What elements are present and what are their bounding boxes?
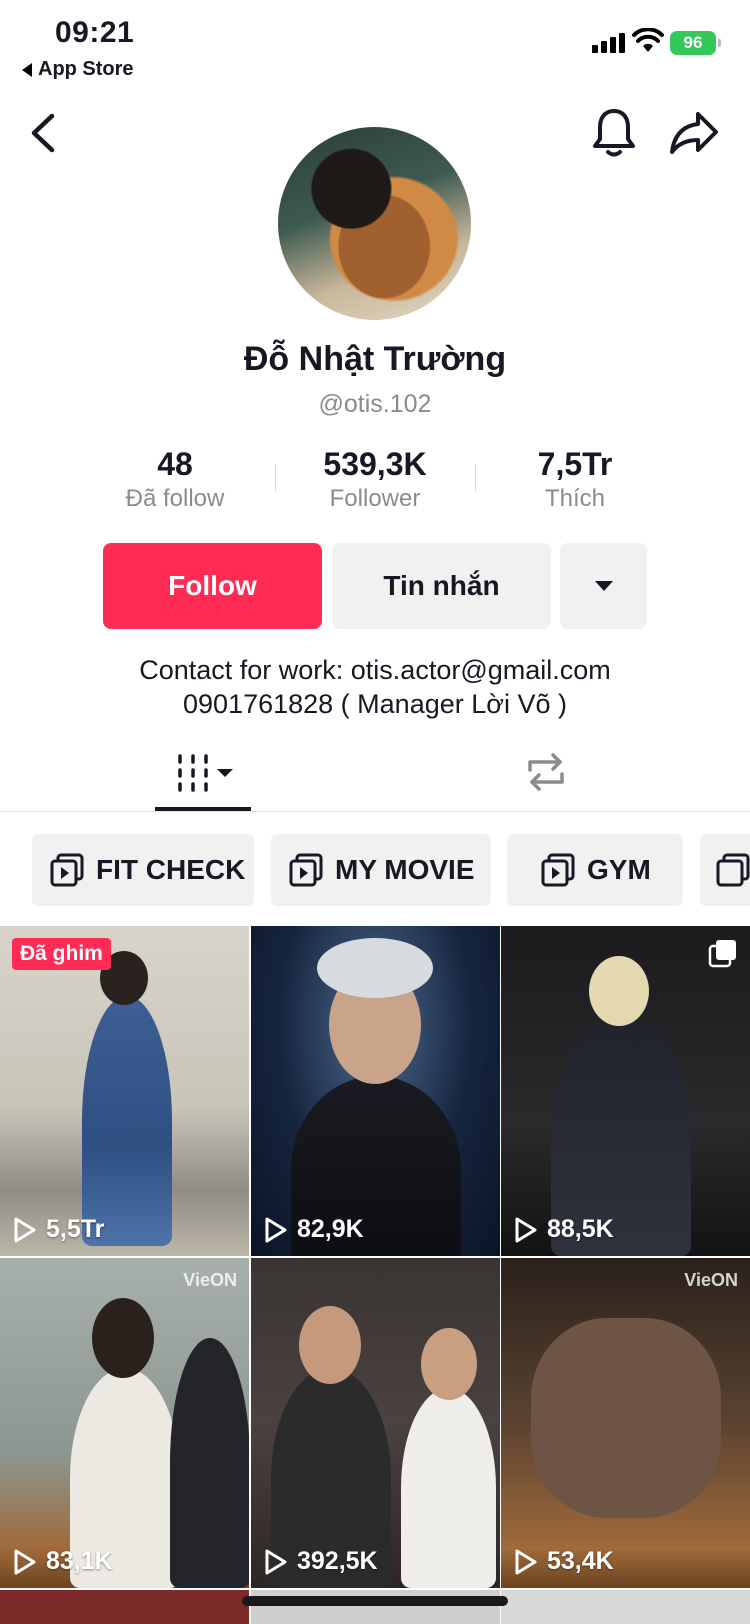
video-tile[interactable] <box>501 1590 750 1624</box>
playlist-fit-check[interactable]: FIT CHECK <box>32 834 254 906</box>
playlist-icon <box>716 853 750 887</box>
tab-videos[interactable] <box>155 750 251 810</box>
thumbnail-figure <box>589 956 649 1026</box>
playlist-label: MY MOVIE <box>335 854 475 885</box>
pinned-badge: Đã ghim <box>12 938 111 970</box>
profile-name: Đỗ Nhật Trường <box>243 340 507 378</box>
stat-likes-label: Thích <box>544 485 606 512</box>
play-icon <box>14 1549 36 1574</box>
cellular-signal-icon <box>592 33 625 53</box>
stat-divider <box>275 464 276 492</box>
playlist-gym[interactable]: GYM <box>507 834 683 906</box>
back-to-app-store[interactable]: App Store <box>22 58 134 81</box>
back-chevron-icon[interactable] <box>24 108 64 158</box>
stat-likes-value: 7,5Tr <box>537 446 613 482</box>
back-arrow-icon <box>22 62 32 77</box>
home-indicator <box>242 1596 508 1606</box>
wifi-icon <box>632 28 664 52</box>
thumbnail-figure <box>82 996 172 1246</box>
bio-line: 0901761828 ( Manager Lời Võ ) <box>183 689 567 719</box>
profile-handle: @otis.102 <box>318 390 432 418</box>
back-app-label: App Store <box>38 58 134 80</box>
thumbnail-figure <box>92 1298 154 1378</box>
play-icon <box>265 1549 287 1574</box>
follow-button[interactable]: Follow <box>103 543 322 629</box>
view-count-value: 88,5K <box>547 1215 614 1243</box>
view-count: 82,9K <box>263 1215 364 1244</box>
play-icon <box>14 1217 36 1242</box>
play-icon <box>515 1217 537 1242</box>
stat-divider <box>475 464 476 492</box>
view-count-value: 392,5K <box>297 1547 378 1575</box>
multi-image-icon <box>708 940 736 968</box>
video-tile[interactable]: 88,5K <box>501 926 750 1256</box>
clock: 09:21 <box>55 16 135 49</box>
thumbnail-figure <box>421 1328 477 1400</box>
status-bar: 09:21 App Store 96 <box>0 0 750 90</box>
stat-followers[interactable]: 539,3K Follower <box>305 446 445 513</box>
dropdown-caret-icon <box>594 581 613 591</box>
message-button[interactable]: Tin nhắn <box>332 543 551 629</box>
profile-stats: 48 Đã follow 539,3K Follower 7,5Tr Thích <box>0 446 750 516</box>
avatar[interactable] <box>278 127 471 320</box>
share-arrow-icon[interactable] <box>668 108 720 156</box>
view-count-value: 5,5Tr <box>46 1215 105 1243</box>
video-tile[interactable]: Đã ghim 5,5Tr <box>0 926 249 1256</box>
playlist-more[interactable] <box>700 834 750 906</box>
view-count: 53,4K <box>513 1547 614 1576</box>
thumbnail-figure <box>299 1306 361 1384</box>
video-tile[interactable] <box>0 1590 249 1624</box>
video-tile[interactable]: 82,9K <box>251 926 500 1256</box>
vieon-watermark: VieON <box>183 1270 237 1290</box>
profile-bio: Contact for work: otis.actor@gmail.com 0… <box>0 653 750 721</box>
playlist-icon <box>50 853 84 887</box>
stat-likes[interactable]: 7,5Tr Thích <box>515 446 635 513</box>
battery-icon: 96 <box>670 31 721 55</box>
view-count: 88,5K <box>513 1215 614 1244</box>
view-count: 5,5Tr <box>12 1215 104 1244</box>
video-tile[interactable]: VieON 83,1K <box>0 1258 249 1588</box>
more-options-button[interactable] <box>560 543 647 629</box>
video-grid-icon <box>178 754 233 792</box>
playlist-icon <box>289 853 323 887</box>
stat-following-value: 48 <box>157 446 193 482</box>
notification-bell-icon[interactable] <box>590 105 638 159</box>
view-count-value: 83,1K <box>46 1547 113 1575</box>
playlist-my-movie[interactable]: MY MOVIE <box>271 834 491 906</box>
repost-icon[interactable] <box>522 750 570 794</box>
play-icon <box>515 1549 537 1574</box>
video-tile[interactable]: 392,5K <box>251 1258 500 1588</box>
video-tile[interactable]: VieON 53,4K <box>501 1258 750 1588</box>
thumbnail-figure <box>317 938 433 998</box>
view-count-value: 82,9K <box>297 1215 364 1243</box>
stat-followers-label: Follower <box>329 485 421 512</box>
playlist-icon <box>541 853 575 887</box>
thumbnail-figure <box>401 1388 496 1588</box>
stat-following[interactable]: 48 Đã follow <box>115 446 235 513</box>
play-icon <box>265 1217 287 1242</box>
battery-level: 96 <box>683 33 703 52</box>
stat-following-label: Đã follow <box>125 485 225 512</box>
bio-line: Contact for work: otis.actor@gmail.com <box>139 655 611 685</box>
playlist-label: GYM <box>587 854 651 885</box>
view-count: 83,1K <box>12 1547 113 1576</box>
tab-divider <box>0 811 750 812</box>
thumbnail-figure <box>170 1338 249 1588</box>
stat-followers-value: 539,3K <box>323 446 427 482</box>
vieon-watermark: VieON <box>684 1270 738 1290</box>
playlist-label: FIT CHECK <box>96 854 246 885</box>
view-count: 392,5K <box>263 1547 378 1576</box>
view-count-value: 53,4K <box>547 1547 614 1575</box>
thumbnail-figure <box>531 1318 721 1518</box>
